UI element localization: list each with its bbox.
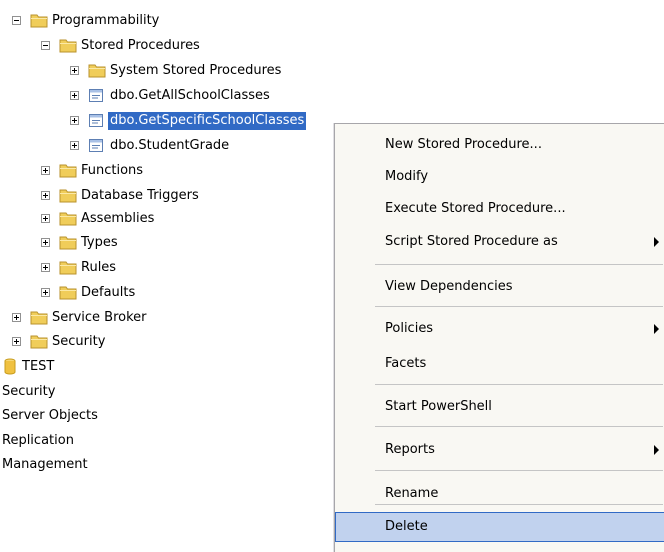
menu-item-label: Delete	[385, 519, 428, 534]
tree-node-label[interactable]: Server Objects	[0, 405, 100, 427]
tree-node-label[interactable]: dbo.GetSpecificSchoolClasses	[108, 112, 307, 130]
menu-item-execute-stored-procedure[interactable]: Execute Stored Procedure...	[335, 194, 664, 224]
folder-icon	[59, 163, 77, 186]
tree-node-label[interactable]: Service Broker	[50, 307, 149, 329]
expand-icon[interactable]	[70, 116, 79, 125]
tree-node[interactable]: Programmability	[0, 10, 330, 32]
menu-item-label: Start PowerShell	[385, 399, 492, 414]
menu-separator	[375, 306, 663, 307]
tree-node-label[interactable]: System Stored Procedures	[108, 60, 283, 82]
menu-item-label: Rename	[385, 486, 439, 501]
menu-item-label: Reports	[385, 442, 435, 457]
collapse-icon[interactable]	[12, 16, 21, 25]
expand-icon[interactable]	[70, 66, 79, 75]
menu-separator	[375, 470, 663, 471]
menu-separator	[375, 264, 663, 265]
tree-node[interactable]: Types	[0, 232, 330, 254]
expand-icon[interactable]	[70, 91, 79, 100]
expand-icon[interactable]	[12, 337, 21, 346]
submenu-arrow-icon	[654, 445, 659, 455]
stored-procedure-icon	[88, 138, 104, 161]
tree-node-label[interactable]: dbo.GetAllSchoolClasses	[108, 85, 272, 107]
tree-node[interactable]: dbo.StudentGrade	[0, 135, 330, 157]
folder-icon	[88, 63, 106, 86]
tree-node[interactable]: System Stored Procedures	[0, 60, 330, 82]
tree-node[interactable]: TEST	[0, 356, 330, 378]
tree-node-label[interactable]: dbo.StudentGrade	[108, 135, 231, 157]
tree-node-label[interactable]: Database Triggers	[79, 185, 201, 207]
folder-icon	[30, 310, 48, 333]
expand-icon[interactable]	[70, 141, 79, 150]
menu-item-label: Policies	[385, 321, 434, 336]
menu-item-new-stored-procedure[interactable]: New Stored Procedure...	[335, 130, 664, 160]
database-icon	[4, 358, 16, 383]
tree-node[interactable]: Security	[0, 381, 330, 403]
stored-procedure-icon	[88, 113, 104, 136]
tree-node-label[interactable]: Replication	[0, 430, 76, 452]
menu-item-view-dependencies[interactable]: View Dependencies	[335, 272, 664, 302]
folder-icon	[59, 235, 77, 258]
folder-icon	[59, 285, 77, 308]
menu-item-label: Facets	[385, 356, 427, 371]
tree-node-label[interactable]: TEST	[20, 356, 56, 378]
menu-separator	[375, 384, 663, 385]
tree-node[interactable]: Service Broker	[0, 307, 330, 329]
tree-node-label[interactable]: Programmability	[50, 10, 161, 32]
menu-item-facets[interactable]: Facets	[335, 349, 664, 379]
expand-icon[interactable]	[41, 214, 50, 223]
tree-node[interactable]: dbo.GetAllSchoolClasses	[0, 85, 330, 107]
tree-node[interactable]: Defaults	[0, 282, 330, 304]
menu-separator	[375, 426, 663, 427]
submenu-arrow-icon	[654, 237, 659, 247]
tree-node[interactable]: Management	[0, 454, 330, 476]
tree-node[interactable]: dbo.GetSpecificSchoolClasses	[0, 110, 330, 132]
tree-node-label[interactable]: Stored Procedures	[79, 35, 202, 57]
collapse-icon[interactable]	[41, 41, 50, 50]
tree-node[interactable]: Server Objects	[0, 405, 330, 427]
tree-node-label[interactable]: Assemblies	[79, 208, 156, 230]
folder-icon	[59, 260, 77, 283]
expand-icon[interactable]	[12, 313, 21, 322]
menu-item-label: View Dependencies	[385, 279, 513, 294]
tree-node[interactable]: Assemblies	[0, 208, 330, 230]
tree-node-label[interactable]: Rules	[79, 257, 118, 279]
tree-node-label[interactable]: Security	[0, 381, 57, 403]
folder-icon	[30, 334, 48, 357]
menu-item-label: Modify	[385, 169, 429, 184]
menu-item-label: New Stored Procedure...	[385, 137, 542, 152]
menu-item-delete[interactable]: Delete	[335, 512, 664, 542]
submenu-arrow-icon	[654, 324, 659, 334]
tree-node-label[interactable]: Defaults	[79, 282, 137, 304]
menu-item-rename[interactable]: Rename	[335, 479, 664, 509]
context-menu: New Stored Procedure... Modify Execute Sto…	[334, 123, 664, 552]
menu-item-reports[interactable]: Reports	[335, 435, 664, 465]
expand-icon[interactable]	[41, 238, 50, 247]
menu-item-start-powershell[interactable]: Start PowerShell	[335, 392, 664, 422]
folder-icon	[30, 13, 48, 36]
expand-icon[interactable]	[41, 166, 50, 175]
tree-node[interactable]: Database Triggers	[0, 185, 330, 207]
expand-icon[interactable]	[41, 263, 50, 272]
menu-item-script-stored-procedure-as[interactable]: Script Stored Procedure as	[335, 227, 664, 257]
tree-node-label[interactable]: Functions	[79, 160, 145, 182]
tree-node[interactable]: Rules	[0, 257, 330, 279]
tree-node[interactable]: Functions	[0, 160, 330, 182]
menu-item-label: Execute Stored Procedure...	[385, 201, 566, 216]
expand-icon[interactable]	[41, 191, 50, 200]
menu-item-policies[interactable]: Policies	[335, 314, 664, 344]
menu-item-label: Script Stored Procedure as	[385, 234, 558, 249]
stored-procedure-icon	[88, 88, 104, 111]
tree-node-label[interactable]: Types	[79, 232, 120, 254]
tree-node[interactable]: Security	[0, 331, 330, 353]
tree-node[interactable]: Replication	[0, 430, 330, 452]
tree-node-label[interactable]: Management	[0, 454, 90, 476]
folder-icon	[59, 211, 77, 234]
folder-icon	[59, 38, 77, 61]
menu-item-modify[interactable]: Modify	[335, 162, 664, 192]
expand-icon[interactable]	[41, 288, 50, 297]
tree-node[interactable]: Stored Procedures	[0, 35, 330, 57]
tree-node-label[interactable]: Security	[50, 331, 107, 353]
